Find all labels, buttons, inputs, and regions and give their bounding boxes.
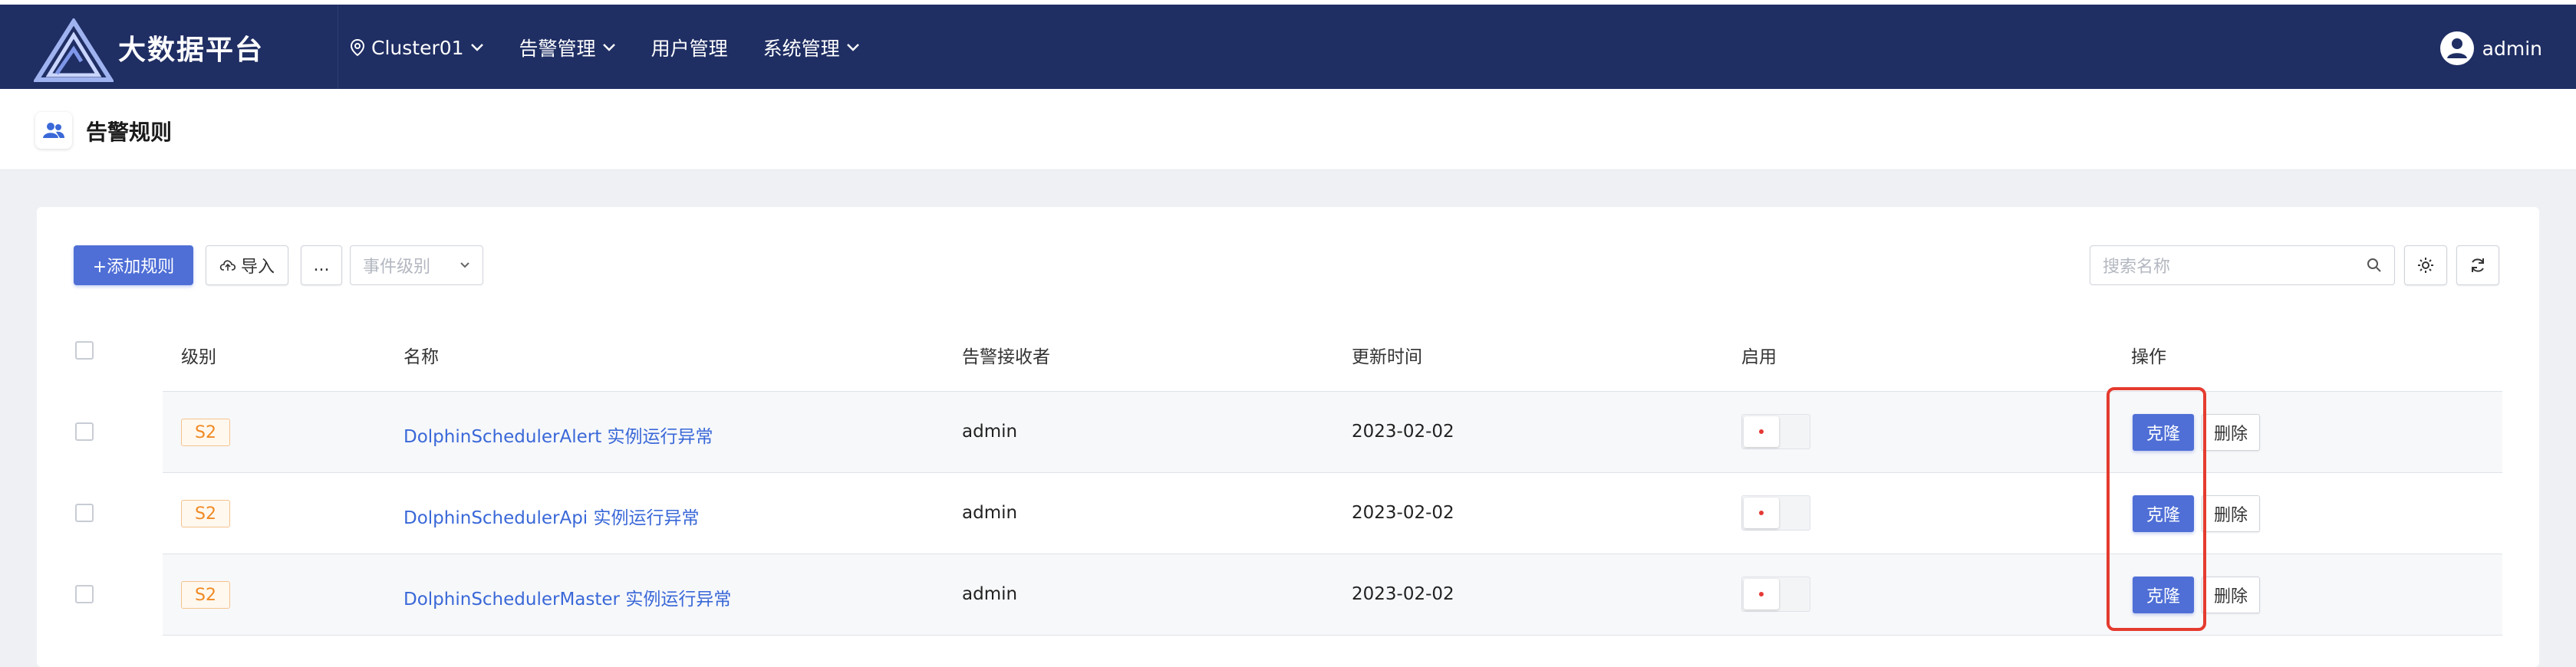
add-rule-button[interactable]: +添加规则 [74, 245, 193, 285]
search-icon [2367, 258, 2381, 272]
page-title: 告警规则 [86, 120, 173, 145]
chevron-down-icon [470, 44, 483, 51]
row-checkbox[interactable] [75, 504, 94, 522]
level-badge: S2 [181, 581, 230, 609]
user-avatar-icon [2439, 31, 2474, 65]
triangle-logo-icon[interactable] [34, 18, 114, 83]
event-level-placeholder: 事件级别 [363, 258, 431, 277]
delete-button[interactable]: 删除 [2202, 577, 2260, 613]
refresh-icon [2472, 258, 2484, 272]
clone-button[interactable]: 克隆 [2133, 495, 2194, 532]
select-all-checkbox[interactable] [75, 341, 94, 360]
header-receiver[interactable]: 告警接收者 [962, 342, 1050, 368]
clone-button[interactable]: 克隆 [2133, 577, 2194, 613]
nav-cluster[interactable]: Cluster01 [350, 37, 484, 59]
nav-alert-management[interactable]: 告警管理 [519, 34, 616, 61]
rule-name-link[interactable]: DolphinSchedulerAlert 实例运行异常 [404, 422, 713, 448]
table-bottom-border [163, 635, 2502, 636]
main-nav: Cluster01 告警管理 用户管理 系统管理 [350, 34, 860, 61]
level-badge: S2 [181, 419, 230, 446]
switch-off-dot [1759, 511, 1764, 515]
nav-system-label: 系统管理 [763, 38, 840, 60]
enable-switch[interactable] [1741, 414, 1810, 449]
switch-knob [1744, 498, 1779, 528]
chevron-down-icon [460, 262, 469, 268]
username: admin [2482, 37, 2542, 60]
search-placeholder: 搜索名称 [2103, 258, 2171, 277]
users-icon [35, 112, 72, 149]
rule-name-link[interactable]: DolphinSchedulerApi 实例运行异常 [404, 503, 700, 529]
top-navbar: 大数据平台 Cluster01 告警管理 用户管理 系统管理 admin [0, 0, 2576, 94]
settings-button[interactable] [2404, 245, 2447, 285]
refresh-button[interactable] [2456, 245, 2499, 285]
nav-system-management[interactable]: 系统管理 [763, 34, 860, 61]
location-pin-icon [350, 38, 365, 57]
gear-icon [2418, 258, 2433, 273]
search-input[interactable]: 搜索名称 [2090, 245, 2395, 285]
delete-button[interactable]: 删除 [2202, 414, 2260, 451]
row-checkbox[interactable] [75, 585, 94, 603]
enable-switch[interactable] [1741, 577, 1810, 612]
import-button[interactable]: 导入 [206, 245, 288, 285]
chevron-down-icon [846, 44, 859, 51]
switch-off-dot [1759, 592, 1764, 596]
enable-switch[interactable] [1741, 495, 1810, 531]
event-level-select[interactable]: 事件级别 [350, 245, 483, 285]
page-header: 告警规则 [0, 89, 2576, 170]
switch-off-dot [1759, 429, 1764, 434]
updated-cell: 2023-02-02 [1352, 503, 1454, 523]
clone-button[interactable]: 克隆 [2133, 414, 2194, 451]
header-enabled[interactable]: 启用 [1741, 342, 1777, 368]
brand-title[interactable]: 大数据平台 [118, 28, 264, 67]
nav-cluster-label: Cluster01 [371, 36, 464, 59]
nav-user-label: 用户管理 [651, 38, 728, 60]
switch-knob [1744, 579, 1779, 610]
header-actions: 操作 [2131, 347, 2166, 367]
updated-cell: 2023-02-02 [1352, 584, 1454, 604]
cloud-upload-icon [219, 260, 236, 271]
switch-knob [1744, 416, 1779, 447]
receiver-cell: admin [962, 503, 1018, 523]
updated-cell: 2023-02-02 [1352, 422, 1454, 442]
rule-name-link[interactable]: DolphinSchedulerMaster 实例运行异常 [404, 584, 731, 610]
import-label: 导入 [240, 258, 275, 277]
receiver-cell: admin [962, 422, 1018, 442]
user-menu[interactable]: admin [2439, 31, 2542, 66]
nav-alert-label: 告警管理 [519, 38, 596, 60]
receiver-cell: admin [962, 584, 1018, 604]
chevron-down-icon [602, 44, 615, 51]
nav-user-management[interactable]: 用户管理 [651, 34, 728, 61]
level-badge: S2 [181, 500, 230, 527]
more-button[interactable]: ... [301, 245, 342, 285]
row-checkbox[interactable] [75, 422, 94, 441]
header-level[interactable]: 级别 [181, 342, 216, 368]
delete-button[interactable]: 删除 [2202, 495, 2260, 532]
header-updated[interactable]: 更新时间 [1352, 342, 1422, 368]
header-name[interactable]: 名称 [404, 342, 439, 368]
